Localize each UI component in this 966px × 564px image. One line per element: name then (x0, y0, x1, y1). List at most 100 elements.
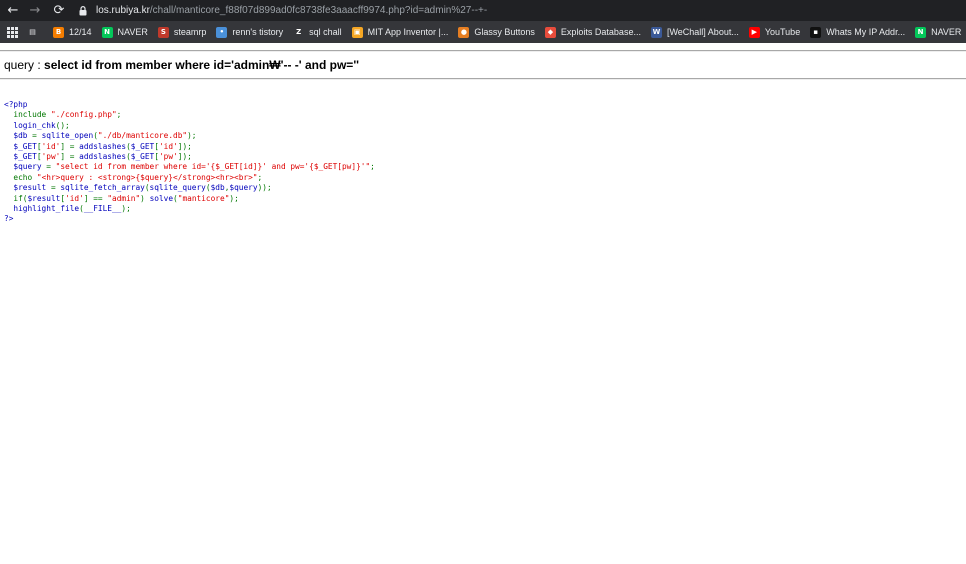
bookmark-label: NAVER (931, 27, 962, 37)
naver-icon: N (101, 26, 113, 38)
bookmark-item[interactable]: Zsql chall (293, 21, 342, 43)
code-token: solve (149, 193, 174, 203)
bookmark-item[interactable]: Ssteamrp (157, 21, 207, 43)
code-token: 'pw' (41, 151, 61, 161)
bottom-divider (0, 78, 966, 80)
code-token: $query (229, 183, 258, 193)
bookmark-item[interactable]: N NAVER (915, 21, 961, 43)
youtube-icon: ▶ (748, 26, 760, 38)
reload-icon[interactable]: ⟳ (49, 0, 69, 21)
bookmark-label: Exploits Database... (560, 27, 641, 37)
code-token: ]); (177, 141, 192, 151)
bookmark-item[interactable]: N NAVER (101, 21, 148, 43)
bookmark-item[interactable]: ▤ (27, 21, 43, 43)
code-token: addslashes (79, 151, 127, 161)
bookmark-item[interactable]: B 12/14 (53, 21, 92, 43)
page-icon: ▤ (29, 28, 36, 36)
query-text: select id from member where id='admin₩'-… (44, 58, 360, 72)
code-token: = (46, 162, 56, 172)
code-token: 'id' (41, 141, 61, 151)
url-host: los.rubiya.kr (96, 5, 150, 16)
bookmark-item[interactable]: ▪ Whats My IP Addr... (810, 21, 905, 43)
bookmark-item[interactable]: ▶ YouTube (748, 21, 801, 43)
bookmark-label: Whats My IP Addr... (826, 27, 906, 37)
code-token: 'id' (158, 141, 178, 151)
code-token: = (32, 131, 42, 141)
code-token: ; (116, 110, 122, 120)
bookmark-item[interactable]: ◆ Exploits Database... (544, 21, 641, 43)
code-token: $_GET (4, 141, 37, 151)
exploitdb-icon: ◆ (544, 26, 556, 38)
code-token: if( (13, 193, 28, 203)
wechall-icon: W (650, 26, 662, 38)
url-text[interactable]: los.rubiya.kr/chall/manticore_f88f07d899… (96, 5, 487, 16)
apps-grid-icon (7, 26, 18, 38)
tistory-icon: • (216, 26, 228, 38)
code-token: ] = (60, 141, 80, 151)
code-token: include (13, 110, 51, 120)
code-token: = (50, 183, 61, 193)
bookmark-label: 12/14 (69, 27, 92, 37)
code-token: $_GET (4, 151, 37, 161)
code-token: ] = (60, 151, 80, 161)
code-token: sqlite_open (41, 131, 94, 141)
code-token: sqlite_fetch_array (60, 183, 145, 193)
code-token: "select id from member where id='{$_GET[… (55, 162, 371, 172)
back-arrow-icon[interactable]: ← (3, 0, 23, 21)
forward-arrow-icon[interactable]: → (25, 0, 45, 21)
code-token: addslashes (79, 141, 127, 151)
z-icon: Z (296, 28, 302, 36)
php-source-code: <?php include "./config.php"; login_chk(… (4, 100, 375, 225)
code-line: $result = sqlite_fetch_array(sqlite_quer… (4, 183, 375, 193)
code-token: ?> (4, 214, 14, 224)
code-token: ); (121, 203, 131, 213)
mit-icon: ▣ (351, 26, 363, 38)
code-token: "manticore" (177, 193, 230, 203)
address-bar[interactable]: los.rubiya.kr/chall/manticore_f88f07d899… (76, 1, 966, 20)
url-path: /chall/manticore_f88f07d899ad0fc8738fe3a… (149, 5, 488, 16)
bookmark-item[interactable] (0, 21, 27, 43)
bookmarks-bar: ▤ B 12/14 N NAVER Ssteamrp • renn's tistory Zsql… (0, 21, 966, 43)
code-token: login_chk (4, 120, 56, 130)
bookmark-label: NAVER (117, 27, 148, 37)
code-token: ); (187, 131, 197, 141)
code-line: login_chk(); (4, 121, 375, 131)
code-token: sqlite_query (149, 183, 206, 193)
code-token: "./config.php" (50, 110, 117, 120)
naver-icon: N (915, 26, 927, 38)
blogger-icon: B (53, 26, 64, 38)
code-token: $result (4, 183, 51, 193)
code-token: "<hr>query : <strong>{$query}</strong><h… (36, 172, 258, 182)
code-token: ) (140, 193, 150, 203)
glassy-icon: ● (458, 26, 470, 38)
code-token: 'pw' (158, 151, 178, 161)
code-token: $result (27, 193, 61, 203)
bookmark-label: sql chall (309, 27, 342, 37)
code-line: include "./config.php"; (4, 110, 375, 120)
bookmark-item[interactable]: • renn's tistory (216, 21, 283, 43)
code-token: "./db/manticore.db" (97, 131, 188, 141)
code-line: highlight_file(__FILE__); (4, 204, 375, 214)
code-token: )); (257, 183, 272, 193)
bookmark-label: YouTube (764, 27, 801, 37)
code-line: ?> (4, 214, 375, 224)
browser-toolbar: ← → ⟳ los.rubiya.kr/chall/manticore_f88f… (0, 0, 966, 21)
code-token: $_GET (130, 141, 155, 151)
code-token: (); (55, 120, 70, 130)
code-line: echo "<hr>query : <strong>{$query}</stro… (4, 173, 375, 183)
bookmark-label: renn's tistory (232, 27, 284, 37)
code-token: ] == (83, 193, 108, 203)
bookmark-label: [WeChall] About... (666, 27, 739, 37)
bookmark-label: MIT App Inventor |... (367, 27, 449, 37)
query-output: query : select id from member where id='… (4, 58, 359, 72)
code-token: ]); (177, 151, 192, 161)
bookmark-label: steamrp (173, 27, 207, 37)
code-token: "admin" (107, 193, 141, 203)
bookmark-item[interactable]: ▣ MIT App Inventor |... (351, 21, 449, 43)
bookmark-item[interactable]: W [WeChall] About... (650, 21, 739, 43)
bookmark-item[interactable]: ● Glassy Buttons (458, 21, 535, 43)
ip-icon: ▪ (810, 26, 822, 38)
